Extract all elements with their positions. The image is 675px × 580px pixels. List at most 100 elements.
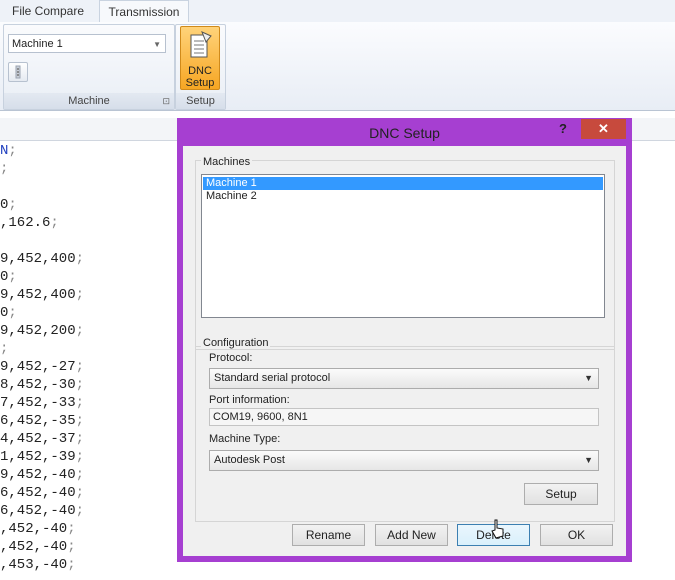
code-semicolon: ; <box>75 449 85 465</box>
chevron-down-icon: ▼ <box>153 40 161 49</box>
code-line: 9,452,400; <box>0 287 84 303</box>
code-text: 6,452,-35 <box>0 413 76 429</box>
code-semicolon: ; <box>75 395 85 411</box>
handle-icon <box>15 65 21 79</box>
code-line: 1,452,-39; <box>0 449 84 465</box>
port-info-field[interactable]: COM19, 9600, 8N1 <box>209 408 599 426</box>
code-line: ,162.6; <box>0 215 59 231</box>
code-semicolon: ; <box>75 467 85 483</box>
code-line: 0; <box>0 305 17 321</box>
code-line: 6,452,-40; <box>0 485 84 501</box>
code-text: ,452,-40 <box>0 539 68 555</box>
code-semicolon: ; <box>0 341 9 357</box>
setup-button[interactable]: Setup <box>524 483 598 505</box>
code-text: 6,452,-40 <box>0 485 76 501</box>
code-text: 9,452,-27 <box>0 359 76 375</box>
code-semicolon: ; <box>8 269 17 285</box>
code-semicolon: ; <box>50 215 59 231</box>
document-icon <box>190 31 212 58</box>
code-semicolon: ; <box>67 521 76 537</box>
code-text: 4,452,-37 <box>0 431 76 447</box>
code-line: ,452,-40; <box>0 539 76 555</box>
code-text: 8,452,-30 <box>0 377 76 393</box>
protocol-label: Protocol: <box>209 352 253 364</box>
tab-file-compare[interactable]: File Compare <box>0 0 96 22</box>
machine-group-title: Machine <box>68 95 110 107</box>
code-semicolon: ; <box>75 251 85 267</box>
setup-group-label: Setup <box>176 93 225 109</box>
protocol-value: Standard serial protocol <box>214 372 331 384</box>
code-line: 9,452,-27; <box>0 359 84 375</box>
code-line: 0; <box>0 197 17 213</box>
code-line: 8,452,-30; <box>0 377 84 393</box>
code-semicolon: ; <box>67 539 76 555</box>
code-semicolon: ; <box>75 359 85 375</box>
code-line: ; <box>0 341 8 357</box>
dnc-setup-button[interactable]: DNC Setup <box>180 26 220 90</box>
add-new-button[interactable]: Add New <box>375 524 448 546</box>
tab-transmission[interactable]: Transmission <box>99 0 189 23</box>
machine-type-select[interactable]: Autodesk Post ▼ <box>209 450 599 471</box>
code-line: ,452,-40; <box>0 521 76 537</box>
code-line: 6,452,-35; <box>0 413 84 429</box>
hand-cursor-icon <box>491 519 504 539</box>
code-semicolon: ; <box>0 161 9 177</box>
machine-group-label: Machine ⊡ <box>4 93 174 109</box>
code-line: ,453,-40; <box>0 557 76 573</box>
configuration-group-title: Configuration <box>201 337 271 349</box>
code-line: N; <box>0 143 17 159</box>
code-editor[interactable]: N;; 0; ,162.6; 9,452,400; 0; 9,452,400; 0; 9,45… <box>0 140 180 580</box>
list-item[interactable]: Machine 2 <box>203 190 603 203</box>
code-semicolon: ; <box>75 287 85 303</box>
code-line: 9,452,-40; <box>0 467 84 483</box>
code-line: 7,452,-33; <box>0 395 84 411</box>
close-button[interactable]: ✕ <box>581 119 626 139</box>
machine-combo[interactable]: Machine 1 ▼ <box>8 34 166 53</box>
code-text: 7,452,-33 <box>0 395 76 411</box>
code-semicolon: ; <box>8 143 17 159</box>
code-semicolon: ; <box>8 305 17 321</box>
ribbon-tabbar: File Compare Transmission <box>0 0 675 23</box>
help-button[interactable]: ? <box>559 121 573 136</box>
code-line: 9,452,400; <box>0 251 84 267</box>
chevron-down-icon: ▼ <box>584 455 593 465</box>
code-semicolon: ; <box>75 485 85 501</box>
code-line: 4,452,-37; <box>0 431 84 447</box>
machine-settings-button[interactable] <box>8 62 28 82</box>
machine-type-label: Machine Type: <box>209 433 281 445</box>
list-item[interactable]: Machine 1 <box>203 177 603 190</box>
code-line: ; <box>0 161 8 177</box>
code-semicolon: ; <box>8 197 17 213</box>
rename-button[interactable]: Rename <box>292 524 365 546</box>
dialog-titlebar[interactable]: DNC Setup ? ✕ <box>177 118 632 146</box>
code-line: 9,452,200; <box>0 323 84 339</box>
dialog-launcher-icon[interactable]: ⊡ <box>162 93 170 109</box>
ok-button[interactable]: OK <box>540 524 613 546</box>
protocol-select[interactable]: Standard serial protocol ▼ <box>209 368 599 389</box>
code-text: 9,452,400 <box>0 251 76 267</box>
close-icon: ✕ <box>598 121 609 136</box>
code-semicolon: ; <box>75 323 85 339</box>
code-text: 6,452,-40 <box>0 503 76 519</box>
dnc-setup-label: DNC Setup <box>185 65 215 89</box>
code-semicolon: ; <box>75 503 85 519</box>
machine-combo-value: Machine 1 <box>12 38 63 50</box>
machines-group-title: Machines <box>201 156 253 168</box>
code-semicolon: ; <box>75 413 85 429</box>
code-text: 9,452,400 <box>0 287 76 303</box>
code-text: 1,452,-39 <box>0 449 76 465</box>
machines-listbox[interactable]: Machine 1 Machine 2 <box>201 174 605 318</box>
port-label: Port information: <box>209 394 290 406</box>
code-semicolon: ; <box>67 557 76 573</box>
code-text: ,452,-40 <box>0 521 68 537</box>
code-line: 6,452,-40; <box>0 503 84 519</box>
code-text: ,453,-40 <box>0 557 68 573</box>
code-text: 9,452,200 <box>0 323 76 339</box>
dialog-body: Machines Machine 1 Machine 2 Configurati… <box>183 146 626 556</box>
code-line: 0; <box>0 269 17 285</box>
dnc-setup-dialog: DNC Setup ? ✕ Machines Machine 1 Machine… <box>177 118 632 562</box>
code-semicolon: ; <box>75 431 85 447</box>
machine-type-value: Autodesk Post <box>214 454 285 466</box>
code-text: 9,452,-40 <box>0 467 76 483</box>
chevron-down-icon: ▼ <box>584 373 593 383</box>
